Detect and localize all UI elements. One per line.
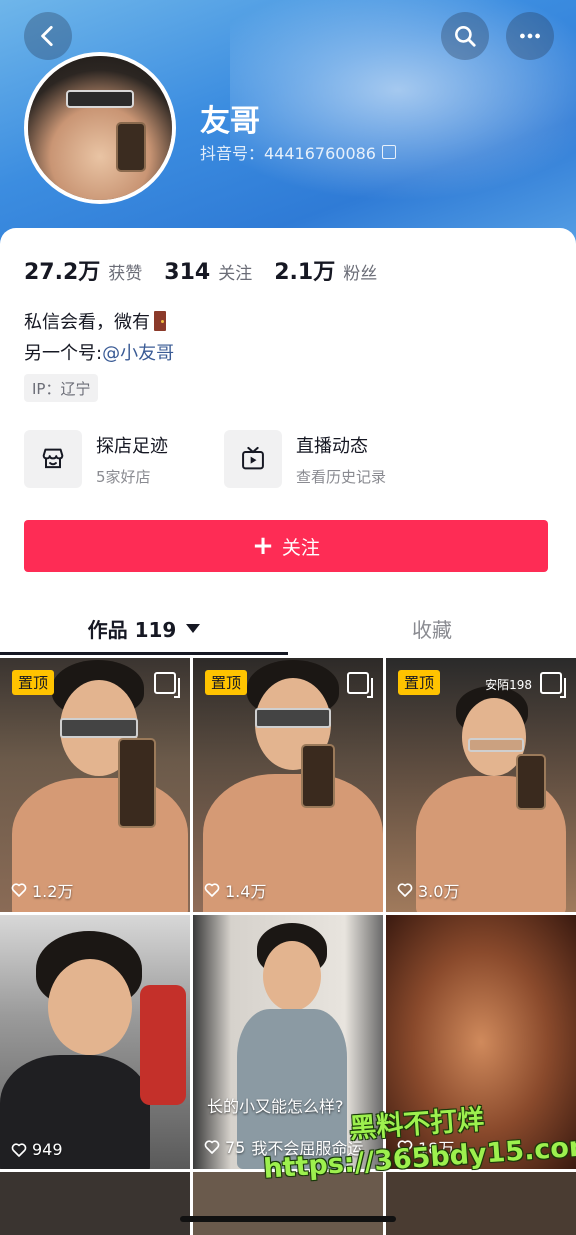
bio-text: 另一个号:	[24, 343, 103, 364]
copy-icon[interactable]	[381, 145, 396, 159]
tv-play-icon	[224, 430, 282, 488]
back-button[interactable]	[24, 12, 72, 60]
douyin-id-row[interactable]: 抖音号：44416760086	[200, 140, 396, 164]
follow-button-label: 关注	[281, 536, 320, 559]
heart-icon	[397, 883, 413, 897]
multi-image-icon	[154, 672, 180, 698]
video-tile[interactable]: 置顶 安陌198 3.0万	[386, 658, 576, 912]
stat-label: 关注	[218, 264, 253, 284]
feature-subtitle: 5家好店	[96, 467, 151, 486]
heart-icon	[204, 883, 220, 897]
avatar-sunglasses	[66, 90, 134, 108]
stat-following[interactable]: 314 关注	[164, 259, 252, 285]
stat-number: 314	[164, 260, 211, 285]
like-count-text: 949	[32, 1140, 63, 1159]
like-count-text: 75	[225, 1137, 246, 1157]
video-tile[interactable]	[0, 1172, 190, 1235]
video-tile[interactable]	[386, 1172, 576, 1235]
search-icon	[455, 26, 476, 47]
like-count-text: 1.2万	[32, 882, 74, 901]
stat-label: 获赞	[108, 264, 143, 284]
multi-image-icon	[347, 672, 373, 698]
feature-subtitle: 查看历史记录	[296, 467, 387, 486]
door-emoji-icon	[154, 311, 166, 331]
feature-live-history[interactable]: 直播动态 查看历史记录	[224, 430, 386, 488]
home-indicator[interactable]	[180, 1216, 396, 1222]
profile-card: 27.2万 获赞 314 关注 2.1万 粉丝 私信会看，微有 另一个号:@小友…	[0, 228, 576, 1235]
douyin-id: 抖音号：44416760086	[200, 144, 376, 163]
bio-text: 私信会看，微有	[24, 312, 150, 333]
stat-number: 27.2万	[24, 260, 101, 285]
tab-label: 作品 119	[87, 617, 177, 642]
ip-location-tag: IP：辽宁	[24, 374, 99, 402]
stats-row: 27.2万 获赞 314 关注 2.1万 粉丝	[24, 254, 377, 286]
like-count-text: 1.4万	[225, 882, 267, 901]
like-count: 1.2万	[10, 878, 73, 902]
tab-favorites[interactable]: 收藏	[288, 600, 576, 656]
feature-title: 探店足迹	[96, 435, 168, 457]
plus-icon: +	[252, 531, 274, 561]
video-tile[interactable]: 置顶 1.4万	[193, 658, 383, 912]
avatar[interactable]	[24, 52, 176, 204]
back-chevron-icon	[41, 25, 53, 47]
tab-label: 收藏	[412, 617, 452, 642]
pinned-badge: 置顶	[205, 670, 248, 695]
more-button[interactable]	[506, 12, 554, 60]
video-title: 长的小又能怎么样?	[207, 1097, 344, 1116]
stat-label: 粉丝	[343, 264, 378, 284]
bio-line-2: 另一个号:@小友哥	[24, 339, 174, 365]
stat-followers[interactable]: 2.1万 粉丝	[274, 254, 377, 286]
like-count: 3.0万	[396, 878, 459, 902]
heart-icon	[204, 1140, 220, 1154]
stat-number: 2.1万	[274, 260, 336, 285]
mention-link[interactable]: @小友哥	[102, 343, 174, 364]
multi-image-icon	[540, 672, 566, 698]
dropdown-triangle-icon	[186, 623, 201, 633]
content-tabs: 作品 119 收藏	[0, 600, 576, 656]
heart-icon	[11, 883, 27, 897]
active-tab-indicator	[0, 652, 288, 655]
search-button[interactable]	[441, 12, 489, 60]
tab-works[interactable]: 作品 119	[0, 600, 288, 656]
stat-likes: 27.2万 获赞	[24, 254, 142, 286]
pinned-badge: 置顶	[398, 670, 441, 695]
pinned-badge: 置顶	[12, 670, 55, 695]
like-count: 949	[10, 1140, 63, 1159]
store-icon	[24, 430, 82, 488]
avatar-phone	[116, 122, 146, 172]
like-count-text: 3.0万	[418, 882, 460, 901]
follow-button[interactable]: + 关注	[24, 520, 548, 572]
nickname: 友哥	[200, 104, 260, 139]
heart-icon	[11, 1142, 27, 1157]
overlay-text: 安陌198	[485, 678, 532, 692]
like-count: 1.4万	[203, 878, 266, 902]
feature-store-visits[interactable]: 探店足迹 5家好店	[24, 430, 168, 488]
bio-line-1: 私信会看，微有	[24, 308, 166, 334]
video-tile[interactable]: 949	[0, 915, 190, 1169]
video-tile[interactable]: 置顶 1.2万	[0, 658, 190, 912]
more-dots-icon	[520, 33, 540, 39]
feature-title: 直播动态	[296, 435, 368, 457]
